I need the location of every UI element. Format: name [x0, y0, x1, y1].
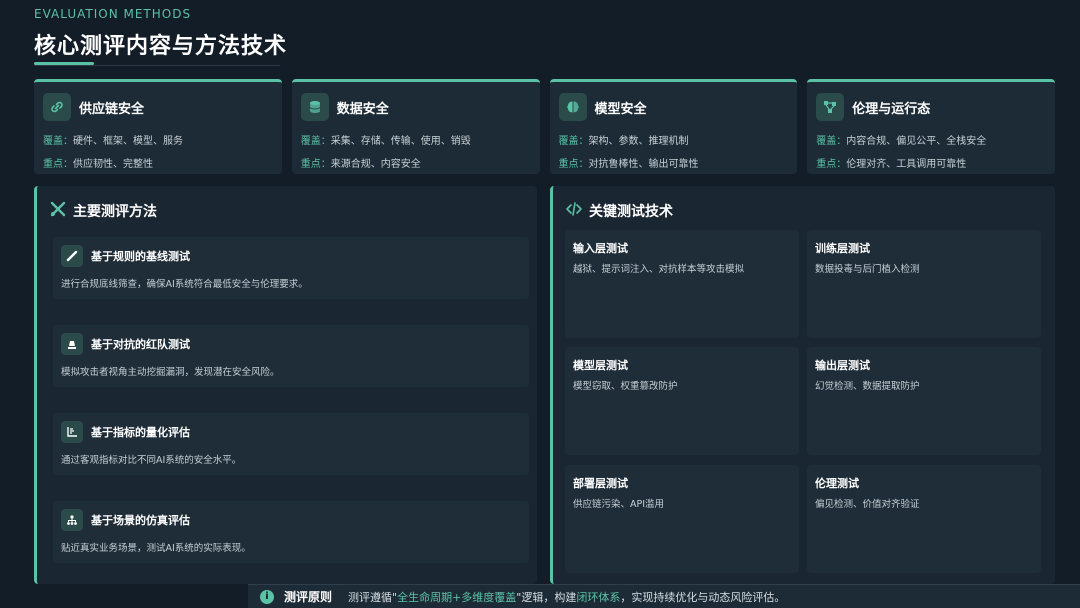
- method-desc: 模拟攻击者视角主动挖掘漏洞，发现潜在安全风险。: [61, 367, 280, 378]
- ruler-icon: [61, 245, 83, 267]
- method-item: 基于规则的基线测试 进行合规底线筛查，确保AI系统符合最低安全与伦理要求。: [53, 237, 529, 299]
- card-title: 伦理与运行态: [852, 101, 931, 117]
- card-title: 供应链安全: [79, 101, 145, 117]
- tech-title: 训练层测试: [815, 242, 870, 255]
- tech-desc: 越狱、提示词注入、对抗样本等攻击模拟: [573, 264, 745, 275]
- method-title: 基于规则的基线测试: [91, 250, 190, 263]
- principle-text: 测评遵循"全生命周期+多维度覆盖"逻辑，构建闭环体系，实现持续优化与动态风险评估…: [348, 590, 786, 604]
- tech-panel: 关键测试技术 输入层测试 越狱、提示词注入、对抗样本等攻击模拟 训练层测试 数据…: [550, 186, 1055, 584]
- card-model-security: 模型安全 覆盖：架构、参数、推理机制 重点：对抗鲁棒性、输出可靠性: [549, 79, 798, 174]
- method-desc: 通过客观指标对比不同AI系统的安全水平。: [61, 455, 242, 466]
- method-item: 基于对抗的红队测试 模拟攻击者视角主动挖掘漏洞，发现潜在安全风险。: [53, 325, 529, 387]
- chart-icon: [61, 421, 83, 443]
- card-focus: 重点：伦理对齐、工具调用可靠性: [816, 159, 967, 170]
- card-focus: 重点：对抗鲁棒性、输出可靠性: [558, 159, 699, 170]
- tech-item: 训练层测试 数据投毒与后门植入检测: [807, 230, 1041, 338]
- card-cover: 覆盖：内容合规、偏见公平、全栈安全: [816, 136, 987, 147]
- tech-desc: 偏见检测、价值对齐验证: [815, 499, 920, 510]
- tech-item: 部署层测试 供应链污染、API滥用: [565, 465, 799, 573]
- card-focus: 重点：供应韧性、完整性: [43, 159, 153, 170]
- tech-title: 输入层测试: [573, 242, 628, 255]
- eyebrow-label: EVALUATION METHODS: [34, 7, 192, 21]
- tech-title: 部署层测试: [573, 477, 628, 490]
- sitemap-icon: [61, 509, 83, 531]
- brain-icon: [558, 93, 587, 121]
- title-accent-bar: [34, 62, 94, 65]
- tech-title: 伦理测试: [815, 477, 859, 490]
- tech-item: 模型层测试 模型窃取、权重篡改防护: [565, 347, 799, 455]
- card-cover: 覆盖：架构、参数、推理机制: [558, 136, 689, 147]
- method-item: 基于指标的量化评估 通过客观指标对比不同AI系统的安全水平。: [53, 413, 529, 475]
- database-icon: [300, 93, 329, 121]
- tech-title: 输出层测试: [815, 359, 870, 372]
- card-ethics-runtime: 伦理与运行态 覆盖：内容合规、偏见公平、全栈安全 重点：伦理对齐、工具调用可靠性: [807, 79, 1055, 174]
- tech-item: 输入层测试 越狱、提示词注入、对抗样本等攻击模拟: [565, 230, 799, 338]
- tech-desc: 数据投毒与后门植入检测: [815, 264, 920, 275]
- card-cover: 覆盖：采集、存储、传输、使用、销毁: [300, 136, 471, 147]
- page-title: 核心测评内容与方法技术: [34, 34, 288, 59]
- tech-title: 模型层测试: [573, 359, 628, 372]
- tech-desc: 供应链污染、API滥用: [573, 499, 665, 510]
- category-cards: 供应链安全 覆盖：硬件、框架、模型、服务 重点：供应韧性、完整性 数据安全 覆盖…: [34, 79, 1055, 174]
- method-title: 基于指标的量化评估: [91, 426, 190, 439]
- tech-desc: 模型窃取、权重篡改防护: [573, 381, 678, 392]
- code-icon: [565, 200, 583, 222]
- card-supply-chain: 供应链安全 覆盖：硬件、框架、模型、服务 重点：供应韧性、完整性: [34, 79, 282, 174]
- link-icon: [43, 93, 71, 121]
- card-data-security: 数据安全 覆盖：采集、存储、传输、使用、销毁 重点：来源合规、内容安全: [291, 79, 540, 174]
- method-item: 基于场景的仿真评估 贴近真实业务场景，测试AI系统的实际表现。: [53, 501, 529, 563]
- principle-bar: i 测评原则 测评遵循"全生命周期+多维度覆盖"逻辑，构建闭环体系，实现持续优化…: [248, 584, 1080, 608]
- method-desc: 进行合规底线筛查，确保AI系统符合最低安全与伦理要求。: [61, 279, 308, 290]
- method-title: 基于场景的仿真评估: [91, 514, 190, 527]
- card-focus: 重点：来源合规、内容安全: [300, 159, 421, 170]
- card-title: 数据安全: [336, 101, 389, 117]
- panel-title: 关键测试技术: [589, 204, 673, 220]
- tools-icon: [49, 200, 67, 222]
- user-secret-icon: [61, 333, 83, 355]
- info-icon: i: [260, 589, 274, 604]
- panel-title: 主要测评方法: [73, 204, 157, 220]
- card-cover: 覆盖：硬件、框架、模型、服务: [43, 136, 183, 147]
- tech-item: 伦理测试 偏见检测、价值对齐验证: [807, 465, 1041, 573]
- card-title: 模型安全: [594, 101, 647, 117]
- tech-desc: 幻觉检测、数据提取防护: [815, 381, 920, 392]
- principle-label: 测评原则: [284, 590, 333, 604]
- title-underline: [34, 65, 280, 66]
- network-icon: [816, 93, 845, 121]
- method-desc: 贴近真实业务场景，测试AI系统的实际表现。: [61, 543, 251, 554]
- method-title: 基于对抗的红队测试: [91, 338, 190, 351]
- methods-panel: 主要测评方法 基于规则的基线测试 进行合规底线筛查，确保AI系统符合最低安全与伦…: [34, 186, 537, 584]
- tech-item: 输出层测试 幻觉检测、数据提取防护: [807, 347, 1041, 455]
